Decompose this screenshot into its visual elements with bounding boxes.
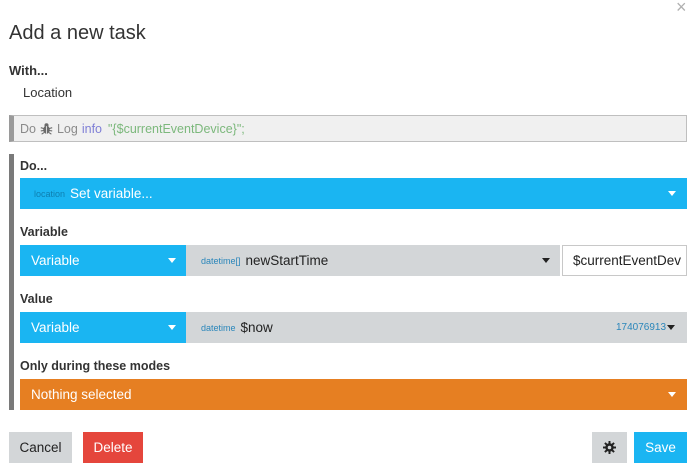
action-scope-tag: location: [34, 188, 66, 199]
modes-select-value: Nothing selected: [31, 387, 132, 402]
settings-button[interactable]: [592, 432, 627, 463]
value-number: 174076913: [616, 322, 667, 333]
caret-down-icon: [168, 258, 176, 263]
value-name-value: $now: [240, 320, 273, 335]
value-type-tag: datetime: [201, 322, 236, 333]
modes-section-label: Only during these modes: [20, 359, 171, 373]
caret-down-icon: [668, 392, 676, 397]
code-log-keyword: Log: [56, 121, 78, 136]
gear-icon: [603, 441, 616, 454]
caret-down-icon: [667, 325, 675, 330]
do-section-label: Do...: [20, 159, 48, 173]
code-log-message: "{$currentEventDevice}";: [108, 121, 245, 136]
variable-section-label: Variable: [20, 225, 68, 239]
cancel-button[interactable]: Cancel: [9, 432, 72, 463]
variable-name-value: newStartTime: [245, 253, 329, 268]
value-section-label: Value: [20, 292, 53, 306]
value-type-select[interactable]: Variable: [20, 312, 186, 343]
variable-type-value: Variable: [31, 253, 80, 268]
value-type-value: Variable: [31, 320, 80, 335]
with-value: Location: [23, 85, 73, 100]
variable-type-tag: datetime[]: [201, 255, 241, 266]
code-log-level: info: [81, 121, 102, 136]
with-label: With...: [9, 63, 48, 78]
save-button[interactable]: Save: [634, 432, 687, 463]
code-preview: Do Log info "{$currentEventDevice}";: [9, 115, 687, 142]
variable-name-select[interactable]: datetime[] newStartTime: [186, 245, 560, 276]
code-do-keyword: Do: [20, 121, 36, 136]
dialog-title: Add a new task: [9, 22, 146, 44]
action-select-value: Set variable...: [70, 186, 153, 201]
caret-down-icon: [168, 325, 176, 330]
bug-icon: [40, 123, 53, 135]
variable-index-input[interactable]: $currentEventDev: [562, 245, 687, 276]
caret-down-icon: [668, 191, 676, 196]
value-name-select[interactable]: datetime $now 174076913: [186, 312, 687, 343]
close-icon[interactable]: ×: [676, 0, 690, 16]
caret-down-icon: [542, 258, 550, 263]
modes-select[interactable]: Nothing selected: [20, 379, 687, 410]
delete-button[interactable]: Delete: [83, 432, 143, 463]
action-select[interactable]: location Set variable...: [20, 178, 687, 209]
variable-type-select[interactable]: Variable: [20, 245, 186, 276]
